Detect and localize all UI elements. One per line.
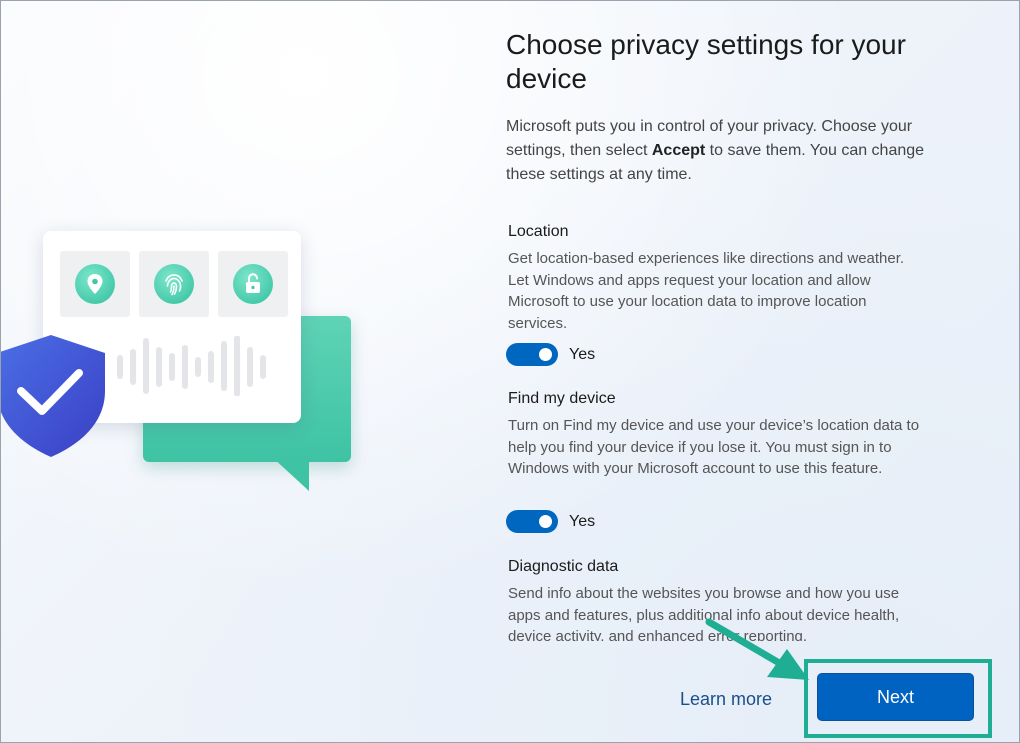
intro-text: Microsoft puts you in control of your pr… xyxy=(506,118,925,183)
unlock-icon xyxy=(246,273,260,293)
page-title: Choose privacy settings for your device xyxy=(506,29,906,94)
find-my-device-toggle-label: Yes xyxy=(569,512,596,530)
fingerprint-tile xyxy=(139,251,209,317)
oobe-privacy-window: Choose privacy settings for your device … xyxy=(0,0,1020,743)
location-tile xyxy=(60,251,130,317)
location-toggle[interactable] xyxy=(506,343,558,366)
location-heading: Location xyxy=(508,223,569,240)
find-my-device-toggle-row: Yes xyxy=(506,510,595,533)
chat-bubble-tail xyxy=(271,456,309,491)
settings-list[interactable]: Location Get location-based experiences … xyxy=(506,216,936,641)
shield-check-icon xyxy=(1,335,105,457)
learn-more-link[interactable]: Learn more xyxy=(680,689,772,710)
fingerprint-icon xyxy=(165,274,183,296)
find-my-device-heading: Find my device xyxy=(508,390,616,407)
lock-tile xyxy=(218,251,288,317)
next-button[interactable]: Next xyxy=(817,673,974,721)
location-description: Get location-based experiences like dire… xyxy=(508,250,905,332)
accept-emphasis: Accept xyxy=(651,142,706,159)
find-my-device-toggle[interactable] xyxy=(506,510,558,533)
location-pin-icon xyxy=(87,274,103,294)
find-my-device-section: Find my device Turn on Find my device an… xyxy=(508,389,928,480)
diagnostic-data-description: Send info about the websites you browse … xyxy=(508,585,900,641)
location-toggle-label: Yes xyxy=(569,345,596,363)
diagnostic-data-heading: Diagnostic data xyxy=(508,558,619,575)
diagnostic-data-section: Diagnostic data Send info about the webs… xyxy=(508,557,928,641)
audio-wave-graphic xyxy=(117,336,266,396)
location-section: Location Get location-based experiences … xyxy=(508,222,928,334)
location-toggle-row: Yes xyxy=(506,343,595,366)
find-my-device-description: Turn on Find my device and use your devi… xyxy=(508,417,920,477)
privacy-illustration xyxy=(1,201,381,521)
